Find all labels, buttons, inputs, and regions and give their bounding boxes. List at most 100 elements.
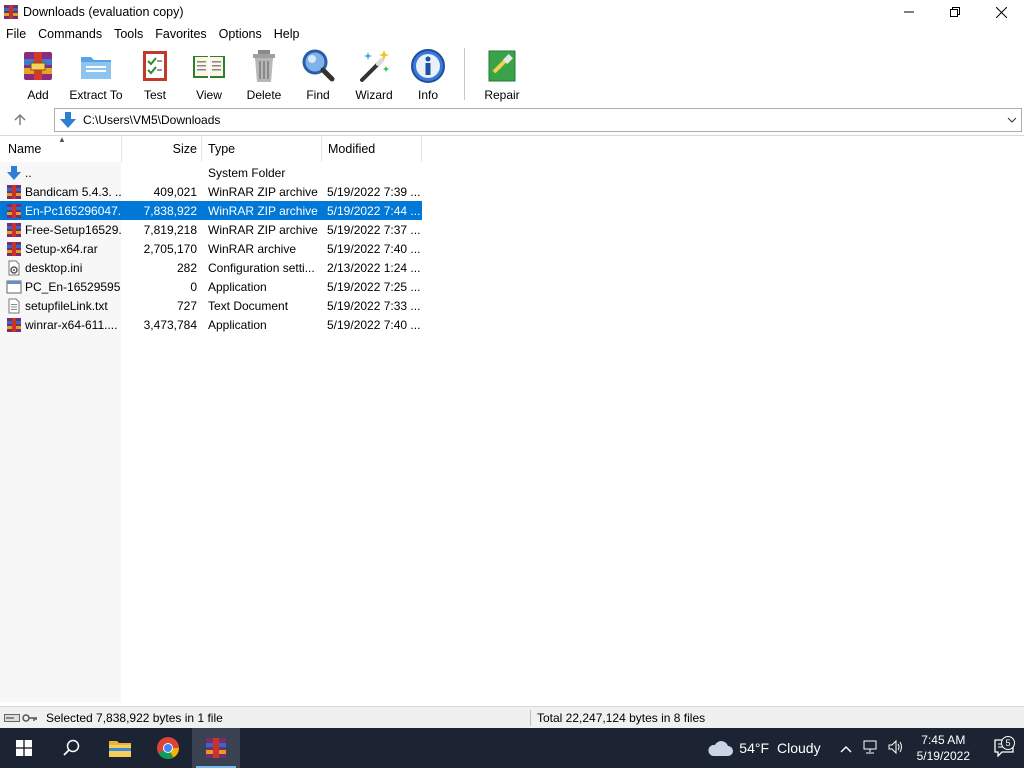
file-type: WinRAR archive (208, 241, 297, 256)
chrome-button[interactable] (144, 728, 192, 768)
weather-temp: 54°F (739, 740, 770, 756)
file-rows: .. System Folder Bandicam 5.4.3. ... 409… (0, 163, 1024, 334)
file-list: ▲ Name Size Type Modified .. System Fold… (0, 135, 1024, 703)
up-folder-button[interactable] (0, 108, 40, 132)
restore-button[interactable] (932, 0, 978, 24)
close-button[interactable] (978, 0, 1024, 24)
list-item[interactable]: winrar-x64-611.... 3,473,784 Application… (0, 315, 422, 334)
file-size: 282 (176, 260, 197, 275)
repair-button[interactable]: Repair (477, 44, 527, 102)
menu-options[interactable]: Options (213, 27, 267, 41)
extract-to-button[interactable]: Extract To (62, 44, 130, 102)
file-modified: 5/19/2022 7:25 ... (327, 279, 421, 294)
menu-favorites[interactable]: Favorites (149, 27, 211, 41)
key-icon (22, 713, 37, 722)
delete-button[interactable]: Delete (238, 44, 290, 102)
minimize-button[interactable] (886, 0, 932, 24)
clock[interactable]: 7:45 AM 5/19/2022 (917, 732, 970, 764)
list-item[interactable]: Free-Setup16529... 7,819,218 WinRAR ZIP … (0, 220, 422, 239)
file-type: Configuration setti... (208, 260, 315, 275)
extract-folder-icon (81, 57, 111, 79)
chevron-down-icon[interactable] (1003, 115, 1021, 126)
file-size: 409,021 (153, 184, 197, 199)
add-archive-icon (24, 52, 52, 80)
column-type-header[interactable]: Type (202, 136, 322, 162)
file-type: WinRAR ZIP archive (208, 203, 318, 218)
clock-date: 5/19/2022 (916, 749, 970, 763)
start-button[interactable] (0, 728, 48, 768)
status-icons (0, 713, 40, 723)
menu-help[interactable]: Help (268, 27, 305, 41)
file-modified: 5/19/2022 7:39 ... (327, 184, 421, 199)
file-name: .. (25, 165, 32, 180)
list-item-selected[interactable]: En-Pc165296047... 7,838,922 WinRAR ZIP a… (0, 201, 422, 220)
network-icon[interactable] (862, 740, 878, 757)
address-row: C:\Users\VM5\Downloads (0, 107, 1024, 133)
view-label: View (196, 88, 222, 102)
list-item[interactable]: setupfileLink.txt 727 Text Document 5/19… (0, 296, 422, 315)
search-button[interactable] (48, 728, 96, 768)
view-book-icon (193, 56, 225, 78)
test-label: Test (143, 88, 166, 102)
list-item[interactable]: .. System Folder (0, 163, 422, 182)
test-button[interactable]: Test (130, 44, 180, 102)
volume-icon[interactable] (888, 739, 904, 757)
search-icon (63, 739, 80, 756)
address-path: C:\Users\VM5\Downloads (83, 113, 221, 127)
file-type: Application (208, 317, 267, 332)
file-type: WinRAR ZIP archive (208, 222, 318, 237)
title-bar: Downloads (evaluation copy) (0, 0, 1024, 24)
winrar-archive-icon (7, 317, 21, 332)
wizard-label: Wizard (355, 88, 393, 102)
chrome-icon (157, 737, 179, 759)
info-button[interactable]: Info (402, 44, 454, 102)
list-item[interactable]: PC_En-16529595... 0 Application 5/19/202… (0, 277, 422, 296)
list-item[interactable]: Bandicam 5.4.3. ... 409,021 WinRAR ZIP a… (0, 182, 422, 201)
weather-widget[interactable]: 54°F Cloudy (707, 739, 821, 757)
add-label: Add (27, 88, 49, 102)
add-button[interactable]: Add (14, 44, 62, 102)
column-type-label: Type (208, 142, 236, 156)
info-icon (411, 49, 445, 83)
file-modified: 5/19/2022 7:44 ... (327, 203, 421, 218)
menu-commands[interactable]: Commands (32, 27, 107, 41)
list-item[interactable]: Setup-x64.rar 2,705,170 WinRAR archive 5… (0, 239, 422, 258)
status-total: Total 22,247,124 bytes in 8 files (537, 710, 706, 725)
address-bar[interactable]: C:\Users\VM5\Downloads (54, 108, 1022, 132)
chevron-up-icon[interactable] (840, 741, 852, 756)
find-button[interactable]: Find (290, 44, 346, 102)
winrar-archive-icon (7, 203, 21, 218)
column-name-header[interactable]: ▲ Name (0, 135, 122, 162)
file-name: Setup-x64.rar (25, 241, 98, 256)
system-tray: 54°F Cloudy 7:45 AM 5/19/2022 5 (707, 728, 1024, 768)
sort-ascending-icon: ▲ (58, 135, 66, 144)
list-item[interactable]: desktop.ini 282 Configuration setti... 2… (0, 258, 422, 277)
repair-label: Repair (484, 88, 520, 102)
column-modified-header[interactable]: Modified (322, 136, 422, 162)
winrar-taskbar-button[interactable] (192, 728, 240, 768)
status-selected: Selected 7,838,922 bytes in 1 file (46, 710, 223, 725)
column-size-label: Size (172, 142, 197, 156)
file-modified: 5/19/2022 7:40 ... (327, 317, 421, 332)
file-name: setupfileLink.txt (25, 298, 108, 313)
file-modified: 5/19/2022 7:37 ... (327, 222, 421, 237)
weather-desc: Cloudy (777, 740, 821, 756)
wizard-button[interactable]: Wizard (346, 44, 402, 102)
winrar-app-icon (4, 5, 18, 19)
text-file-icon (8, 298, 20, 313)
file-size: 7,838,922 (143, 203, 197, 218)
file-name: En-Pc165296047... (25, 203, 121, 218)
file-modified: 5/19/2022 7:40 ... (327, 241, 421, 256)
file-type: Text Document (208, 298, 289, 313)
menu-bar: File Commands Tools Favorites Options He… (0, 24, 1024, 43)
restore-icon (950, 7, 960, 17)
status-bar: Selected 7,838,922 bytes in 1 file Total… (0, 706, 1024, 728)
notification-center-button[interactable]: 5 (984, 736, 1024, 757)
view-button[interactable]: View (180, 44, 238, 102)
menu-tools[interactable]: Tools (108, 27, 148, 41)
clock-time: 7:45 AM (921, 733, 966, 747)
file-explorer-button[interactable] (96, 728, 144, 768)
winrar-app-icon (206, 738, 226, 758)
column-size-header[interactable]: Size (122, 136, 202, 162)
menu-file[interactable]: File (0, 27, 31, 41)
